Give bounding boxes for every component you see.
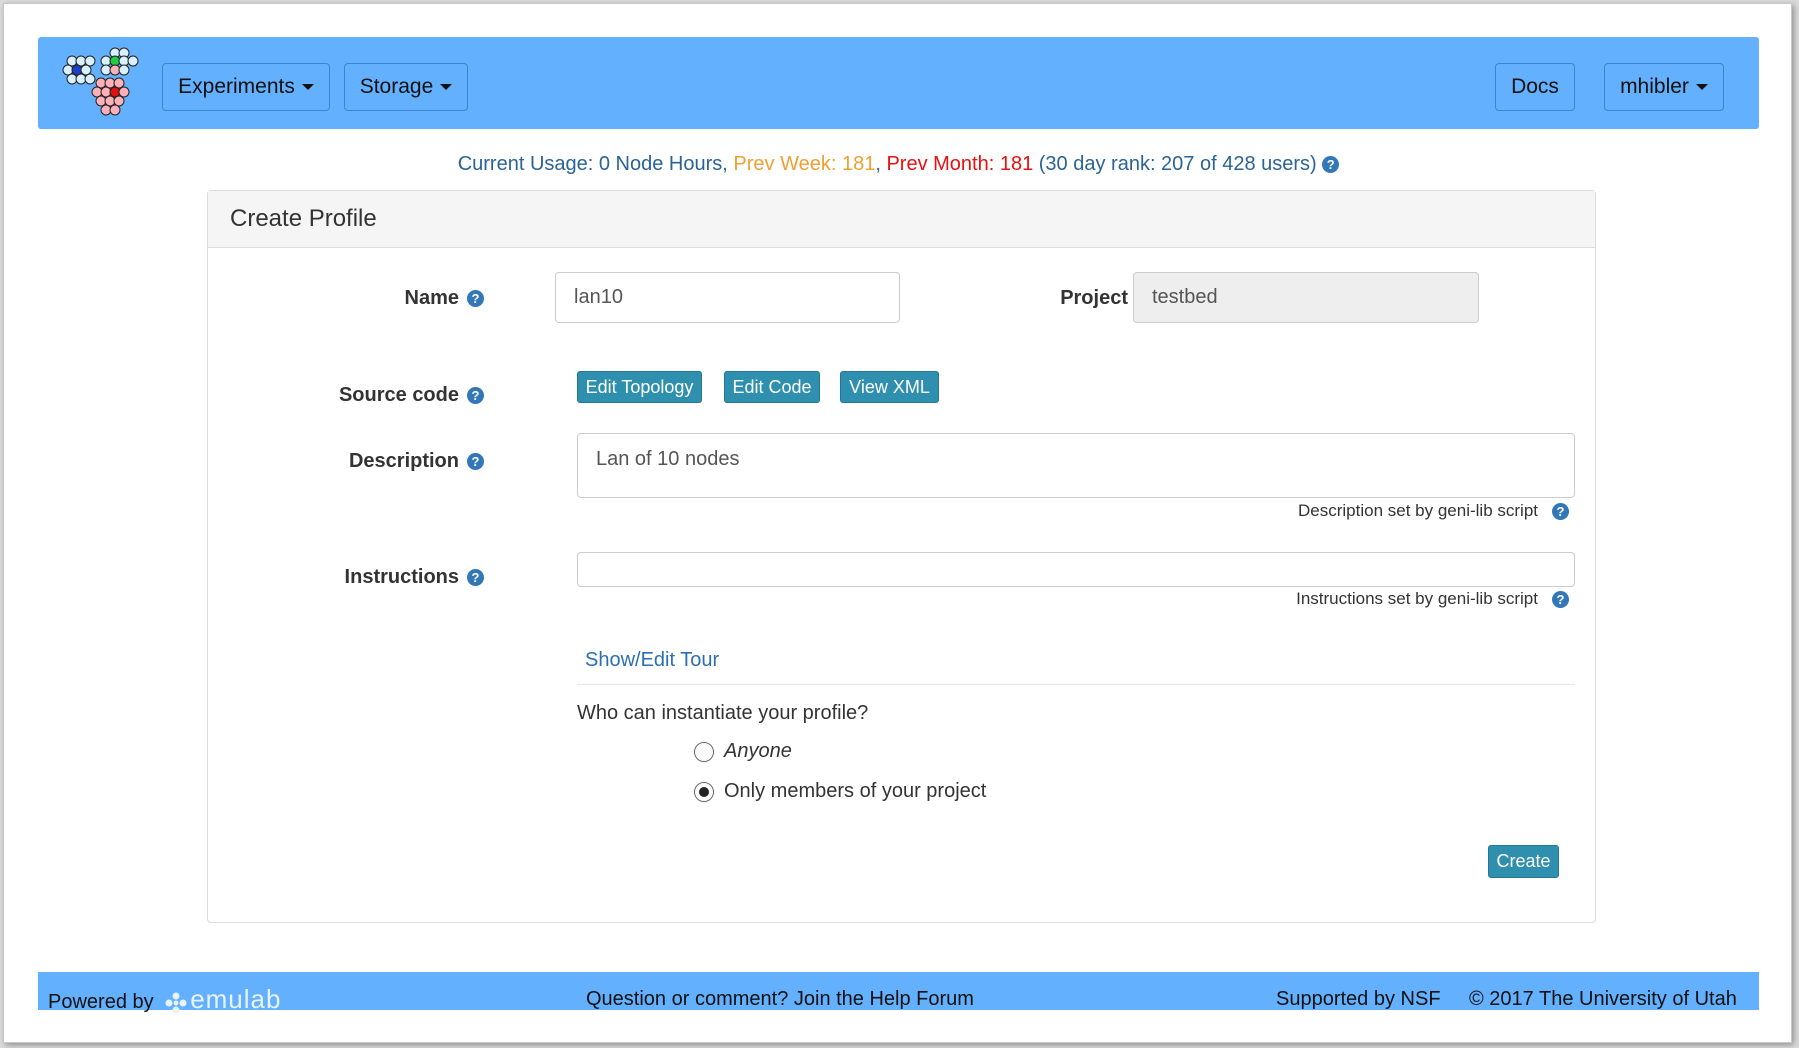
help-icon[interactable]: ?: [467, 387, 484, 405]
description-label-row: Description?: [308, 450, 484, 473]
browser-frame: Experiments Storage Docs mhibler Current…: [3, 3, 1792, 1043]
user-menu-button[interactable]: mhibler: [1604, 63, 1724, 111]
project-input[interactable]: testbed: [1133, 272, 1479, 323]
radio-members-label: Only members of your project: [724, 780, 987, 802]
instructions-hint: Instructions set by geni-lib script?: [1008, 588, 1569, 610]
user-label: mhibler: [1620, 75, 1689, 98]
experiments-menu-button[interactable]: Experiments: [162, 63, 330, 111]
caret-down-icon: [301, 84, 314, 90]
emulab-logo-text[interactable]: emulab: [190, 984, 281, 1014]
help-icon[interactable]: ?: [1552, 502, 1569, 520]
instructions-label: Instructions: [344, 566, 459, 588]
help-icon[interactable]: ?: [1552, 590, 1569, 608]
logo-icon[interactable]: [60, 45, 140, 121]
create-profile-panel: Create Profile Name? lan10 Project testb…: [207, 190, 1596, 923]
divider: [577, 684, 1575, 685]
help-icon[interactable]: ?: [467, 290, 484, 308]
name-label: Name: [404, 287, 459, 309]
experiments-label: Experiments: [178, 75, 295, 98]
instructions-textarea[interactable]: [577, 552, 1575, 587]
help-icon[interactable]: ?: [1322, 156, 1340, 174]
storage-menu-button[interactable]: Storage: [344, 63, 468, 111]
docs-label: Docs: [1511, 75, 1559, 98]
description-hint-text: Description set by geni-lib script: [1298, 501, 1538, 520]
help-icon[interactable]: ?: [467, 453, 484, 471]
current-usage: Current Usage: 0 Node Hours: [457, 153, 723, 175]
name-input[interactable]: lan10: [555, 272, 900, 323]
docs-button[interactable]: Docs: [1495, 63, 1575, 111]
storage-label: Storage: [359, 75, 434, 98]
powered-by-text: Powered by: [48, 991, 154, 1013]
edit-code-button[interactable]: Edit Code: [724, 371, 820, 403]
project-label: Project: [1060, 287, 1128, 309]
caret-down-icon: [440, 84, 453, 90]
footer: Powered by emulab Question or comment? J…: [38, 972, 1759, 1014]
panel-title: Create Profile: [208, 191, 1595, 248]
help-icon[interactable]: ?: [467, 569, 484, 587]
top-navbar: Experiments Storage Docs mhibler: [38, 37, 1759, 129]
radio-members[interactable]: [694, 781, 714, 802]
powered-by: Powered by emulab: [48, 984, 281, 1015]
create-button[interactable]: Create: [1488, 845, 1559, 878]
radio-selected-dot: [699, 786, 709, 797]
prev-week-usage: Prev Week: 181: [733, 153, 876, 175]
copyright-text: © 2017 The University of Utah: [1469, 988, 1737, 1010]
prev-month-usage: Prev Month: 181: [886, 153, 1034, 175]
help-forum-link[interactable]: Question or comment? Join the Help Forum: [586, 988, 974, 1011]
show-edit-tour-link[interactable]: Show/Edit Tour: [585, 649, 719, 672]
instructions-label-row: Instructions?: [308, 566, 484, 589]
instantiate-question: Who can instantiate your profile?: [577, 702, 869, 724]
emulab-flower-icon: [165, 992, 187, 1014]
caret-down-icon: [1695, 84, 1708, 90]
usage-summary: Current Usage: 0 Node Hours, Prev Week: …: [4, 153, 1793, 176]
radio-anyone-label: Anyone: [724, 740, 792, 762]
usage-separator: ,: [875, 153, 887, 175]
radio-members-row[interactable]: Only members of your project: [694, 780, 986, 803]
usage-rank: (30 day rank: 207 of 428 users): [1033, 153, 1323, 175]
radio-anyone[interactable]: [694, 741, 714, 762]
description-label: Description: [348, 450, 459, 472]
source-code-label: Source code: [338, 384, 459, 406]
source-code-label-row: Source code?: [308, 384, 484, 407]
nsf-text: Supported by NSF: [1276, 988, 1441, 1010]
description-textarea[interactable]: Lan of 10 nodes: [577, 433, 1575, 498]
description-hint: Description set by geni-lib script?: [1008, 500, 1569, 522]
edit-topology-button[interactable]: Edit Topology: [577, 371, 702, 403]
name-label-row: Name?: [348, 287, 484, 310]
instructions-hint-text: Instructions set by geni-lib script: [1296, 589, 1538, 608]
radio-anyone-row[interactable]: Anyone: [694, 740, 792, 763]
view-xml-button[interactable]: View XML: [840, 371, 939, 403]
usage-separator: ,: [722, 153, 734, 175]
